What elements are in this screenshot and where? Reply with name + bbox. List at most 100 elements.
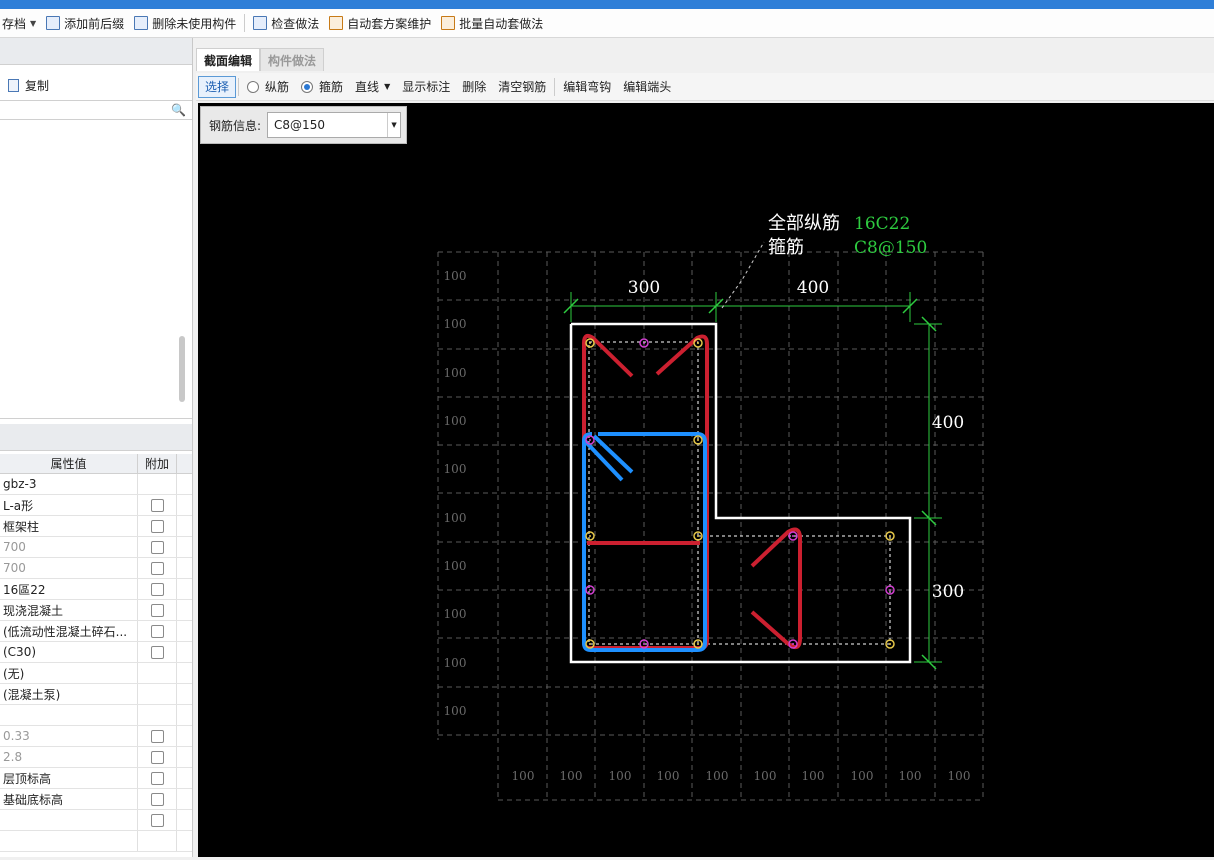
batch-auto-label: 批量自动套做法 [459,16,544,31]
property-extra-cell [138,747,177,767]
property-checkbox[interactable] [150,792,164,806]
grid-label: 100 [444,511,467,525]
tab-section-edit[interactable]: 截面编辑 [196,48,261,71]
property-row[interactable]: 基础底标高 [0,789,192,810]
property-value[interactable]: 0.33 [0,726,138,746]
property-value[interactable]: 700 [0,537,138,557]
property-extra-cell [138,768,177,788]
longitudinal-radio[interactable]: 纵筋 [241,76,295,98]
show-annotation-button[interactable]: 显示标注 [396,76,456,98]
drawing-canvas[interactable]: 100 100 100 100 100 100 100 100 100 100 100 100 100 1… [198,103,1214,857]
property-checkbox[interactable] [150,540,164,554]
property-row[interactable] [0,810,192,831]
properties-header [0,424,192,451]
search-input[interactable]: 🔍 [0,100,192,120]
property-value[interactable]: 层顶标高 [0,768,138,788]
red-stirrup-main[interactable] [582,333,709,650]
property-value[interactable] [0,705,138,725]
delete-unused-button[interactable]: 删除未使用构件 [129,12,241,34]
edit-end-button[interactable]: 编辑端头 [617,76,677,98]
longitudinal-bar-center [589,342,591,344]
add-prefix-button[interactable]: 添加前后缀 [41,12,129,34]
property-value[interactable]: 基础底标高 [0,789,138,809]
copy-button[interactable]: 复制 [0,73,49,97]
clear-rebar-button[interactable]: 清空钢筋 [492,76,552,98]
property-row[interactable]: 700 [0,537,192,558]
longitudinal-label: 纵筋 [265,80,290,94]
list-scrollbar[interactable] [179,336,185,402]
stirrup-radio[interactable]: 箍筋 [295,76,349,98]
auto-scheme-label: 自动套方案维护 [347,16,432,31]
section-drawing[interactable]: 100 100 100 100 100 100 100 100 100 100 100 100 100 1… [198,103,1214,857]
longitudinal-bar-center [643,643,645,645]
radio-icon[interactable] [247,80,260,93]
property-value[interactable] [0,810,138,830]
property-checkbox[interactable] [150,813,164,827]
property-row[interactable]: 2.8 [0,747,192,768]
dimension-top-left: 300 [628,278,660,298]
property-row[interactable]: (低流动性混凝土碎石... [0,621,192,642]
property-extra-cell [138,495,177,515]
edit-hook-button[interactable]: 编辑弯钩 [557,76,617,98]
property-row[interactable]: gbz-3 [0,474,192,495]
chevron-down-icon[interactable]: ▼ [387,113,400,137]
property-row[interactable]: (混凝土泵) [0,684,192,705]
column-header-value: 属性值 [0,454,138,473]
property-row[interactable]: 0.33 [0,726,192,747]
save-button[interactable]: 存档 ▼ [0,12,41,34]
rebar-info-label: 钢筋信息: [209,118,262,133]
left-panel-header [0,38,192,65]
property-checkbox[interactable] [150,519,164,533]
property-checkbox[interactable] [150,771,164,785]
tab-component-method[interactable]: 构件做法 [260,48,325,71]
property-row[interactable]: (C30) [0,642,192,663]
property-row[interactable]: (无) [0,663,192,684]
search-icon[interactable]: 🔍 [171,103,186,117]
property-value[interactable]: 现浇混凝土 [0,600,138,620]
property-value[interactable]: (C30) [0,642,138,662]
property-value[interactable]: (低流动性混凝土碎石... [0,621,138,641]
grid-label: 100 [560,769,583,783]
property-checkbox[interactable] [150,582,164,596]
delete-button[interactable]: 删除 [456,76,492,98]
property-checkbox[interactable] [150,750,164,764]
property-value[interactable]: L-a形 [0,495,138,515]
property-row[interactable] [0,705,192,726]
select-button[interactable]: 选择 [198,75,237,98]
property-row[interactable]: 16區22 [0,579,192,600]
property-value[interactable] [0,831,138,851]
annotation-stirrup-label: 箍筋 [768,237,804,258]
property-value[interactable]: (无) [0,663,138,683]
property-checkbox[interactable] [150,645,164,659]
property-row[interactable]: 层顶标高 [0,768,192,789]
property-extra-cell [138,474,177,494]
toolbar-divider [238,77,240,96]
auto-scheme-button[interactable]: 自动套方案维护 [324,12,436,34]
property-extra-cell [138,810,177,830]
batch-auto-button[interactable]: 批量自动套做法 [436,12,548,34]
property-checkbox[interactable] [150,603,164,617]
radio-selected-icon[interactable] [301,80,314,93]
property-value[interactable]: 700 [0,558,138,578]
rebar-info-select[interactable]: C8@150 ▼ [267,112,402,138]
property-value[interactable]: (混凝土泵) [0,684,138,704]
line-dropdown[interactable]: 直线 ▼ [349,76,396,98]
property-value[interactable]: 2.8 [0,747,138,767]
property-value[interactable]: 框架柱 [0,516,138,536]
property-value[interactable]: 16區22 [0,579,138,599]
properties-table: 属性值 附加 gbz-3 L-a形 框架柱 700 700 16區22 现浇混凝土 (低流动性… [0,454,192,852]
property-value[interactable]: gbz-3 [0,474,138,494]
property-row[interactable]: L-a形 [0,495,192,516]
property-row[interactable]: 现浇混凝土 [0,600,192,621]
property-row[interactable]: 700 [0,558,192,579]
chevron-down-icon[interactable]: ▼ [30,19,36,28]
property-checkbox[interactable] [150,561,164,575]
property-checkbox[interactable] [150,624,164,638]
property-checkbox[interactable] [150,498,164,512]
delete-unused-label: 删除未使用构件 [152,16,237,31]
property-checkbox[interactable] [150,729,164,743]
property-row[interactable]: 框架柱 [0,516,192,537]
check-method-button[interactable]: 检查做法 [248,12,324,34]
property-row[interactable] [0,831,192,852]
red-stirrup-flange[interactable] [750,527,802,650]
